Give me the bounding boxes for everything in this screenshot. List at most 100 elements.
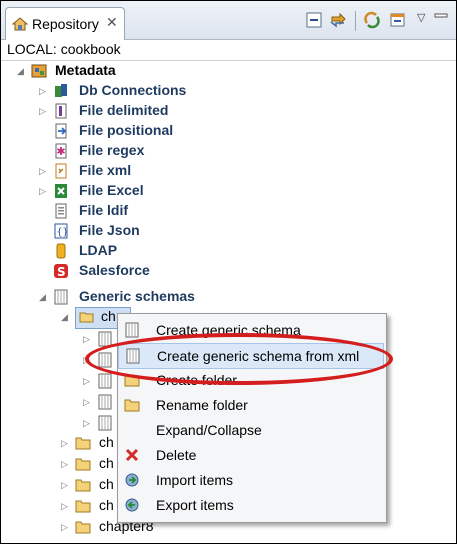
house-icon bbox=[12, 17, 28, 31]
tree-node-metadata[interactable]: ◢ Metadata bbox=[17, 61, 317, 81]
tree-node-db-connections[interactable]: ▷ Db Connections bbox=[37, 81, 337, 101]
expanded-arrow-icon[interactable]: ◢ bbox=[39, 292, 47, 302]
collapsed-arrow-icon[interactable]: ▷ bbox=[83, 355, 91, 365]
menu-item-create-generic-schema[interactable]: Create generic schema bbox=[118, 318, 384, 342]
tree-label: Db Connections bbox=[79, 82, 187, 98]
menu-item-create-generic-schema-from-xml[interactable]: Create generic schema from xml bbox=[118, 343, 384, 369]
menu-item-label: Import items bbox=[156, 472, 234, 488]
refresh-icon[interactable] bbox=[363, 11, 381, 29]
menu-item-label: Create generic schema from xml bbox=[157, 348, 360, 364]
tree-label-metadata: Metadata bbox=[55, 62, 116, 78]
collapsed-arrow-icon[interactable]: ▷ bbox=[61, 501, 69, 511]
close-icon[interactable]: ✕ bbox=[106, 14, 118, 31]
collapsed-arrow-icon[interactable]: ▷ bbox=[39, 86, 47, 96]
tree-node-schema[interactable]: ▷ bbox=[81, 350, 117, 370]
folder-icon bbox=[124, 374, 140, 387]
menu-item-rename-folder[interactable]: Rename folder bbox=[118, 393, 384, 417]
folder-icon bbox=[75, 521, 91, 534]
collapsed-arrow-icon[interactable]: ▷ bbox=[61, 480, 69, 490]
tree-node-file-ldif[interactable]: File ldif bbox=[37, 201, 337, 221]
tree-node-file-excel[interactable]: ▷ File Excel bbox=[37, 181, 337, 201]
menu-item-create-folder[interactable]: Create folder bbox=[118, 368, 384, 392]
expanded-arrow-icon[interactable]: ◢ bbox=[17, 66, 25, 76]
tree-node-file-regex[interactable]: File regex bbox=[37, 141, 337, 161]
menu-item-label: Delete bbox=[156, 447, 197, 463]
menu-item-import-items[interactable]: Import items bbox=[118, 468, 384, 492]
generic-schema-icon bbox=[98, 394, 112, 410]
repository-tab[interactable]: Repository ✕ bbox=[5, 7, 125, 40]
tree-label: ch bbox=[99, 455, 114, 471]
tree-label: ch bbox=[99, 476, 114, 492]
file-xml-icon bbox=[55, 163, 67, 179]
tree-node-ldap[interactable]: LDAP bbox=[37, 241, 337, 261]
folder-icon bbox=[75, 479, 91, 492]
folder-icon bbox=[75, 500, 91, 513]
tree-node-schema[interactable]: ▷ bbox=[81, 413, 117, 433]
folder-icon bbox=[75, 437, 91, 450]
collapsed-arrow-icon[interactable]: ▷ bbox=[39, 166, 47, 176]
tree-node-file-delimited[interactable]: ▷ File delimited bbox=[37, 101, 337, 121]
database-icon bbox=[55, 84, 67, 97]
tree-label: File delimited bbox=[79, 102, 169, 118]
tree-node-schema[interactable]: ▷ bbox=[81, 371, 117, 391]
collapsed-arrow-icon[interactable]: ▷ bbox=[83, 334, 91, 344]
view-tab-bar: Repository ✕ ▽ bbox=[1, 1, 456, 40]
file-positional-icon bbox=[55, 123, 67, 139]
tree-label: File positional bbox=[79, 122, 174, 138]
collapsed-arrow-icon[interactable]: ▷ bbox=[61, 459, 69, 469]
menu-item-label: Expand/Collapse bbox=[156, 422, 262, 438]
tree-node-salesforce[interactable]: S Salesforce bbox=[37, 261, 337, 281]
filter-icon[interactable] bbox=[389, 11, 407, 29]
menu-item-label: Create generic schema bbox=[156, 322, 301, 338]
tree-node-folder[interactable]: ▷ ch bbox=[59, 454, 119, 474]
tree-label: File ldif bbox=[79, 202, 128, 218]
menu-item-delete[interactable]: Delete bbox=[118, 443, 384, 467]
generic-schema-icon bbox=[54, 289, 68, 305]
generic-schema-icon bbox=[125, 322, 139, 338]
collapsed-arrow-icon[interactable]: ▷ bbox=[83, 418, 91, 428]
collapse-all-icon[interactable] bbox=[305, 11, 323, 29]
tree-node-schema[interactable]: ▷ bbox=[81, 329, 117, 349]
salesforce-icon: S bbox=[54, 264, 68, 279]
generic-schema-icon bbox=[126, 348, 140, 364]
tree-node-file-xml[interactable]: ▷ File xml bbox=[37, 161, 337, 181]
tree-label: File xml bbox=[79, 162, 132, 178]
svg-text:S: S bbox=[57, 265, 66, 279]
tab-label: Repository bbox=[32, 16, 99, 32]
export-icon bbox=[125, 498, 139, 512]
tree-node-folder[interactable]: ▷ ch bbox=[59, 475, 119, 495]
collapsed-arrow-icon[interactable]: ▷ bbox=[61, 438, 69, 448]
menu-item-label: Rename folder bbox=[156, 397, 248, 413]
minimize-icon[interactable] bbox=[433, 12, 449, 24]
folder-icon bbox=[124, 399, 140, 412]
view-menu-icon[interactable]: ▽ bbox=[417, 11, 425, 24]
menu-item-export-items[interactable]: Export items bbox=[118, 493, 384, 517]
collapsed-arrow-icon[interactable]: ▷ bbox=[39, 186, 47, 196]
tree-node-schema[interactable]: ▷ bbox=[81, 392, 117, 412]
collapsed-arrow-icon[interactable]: ▷ bbox=[83, 397, 91, 407]
link-editor-icon[interactable] bbox=[329, 11, 347, 29]
tree-node-file-json[interactable]: {} File Json bbox=[37, 221, 337, 241]
tree-node-file-positional[interactable]: File positional bbox=[37, 121, 337, 141]
generic-schema-icon bbox=[98, 331, 112, 347]
menu-item-label: Export items bbox=[156, 497, 234, 513]
generic-schema-icon bbox=[98, 415, 112, 431]
file-ldif-icon bbox=[55, 203, 67, 219]
tree-node-folder[interactable]: ▷ ch bbox=[59, 496, 119, 516]
generic-schema-icon bbox=[98, 373, 112, 389]
tree-label: ch bbox=[99, 434, 114, 450]
file-json-icon: {} bbox=[54, 223, 69, 239]
tree-label: File regex bbox=[79, 142, 145, 158]
tree-label: File Excel bbox=[79, 182, 144, 198]
collapsed-arrow-icon[interactable]: ▷ bbox=[39, 106, 47, 116]
expanded-arrow-icon[interactable]: ◢ bbox=[61, 312, 69, 322]
tree-node-generic-schemas[interactable]: ◢ Generic schemas bbox=[37, 287, 337, 307]
menu-item-label: Create folder bbox=[156, 372, 237, 388]
tree-node-folder[interactable]: ▷ ch bbox=[59, 433, 119, 453]
repository-panel: Repository ✕ ▽ LOCAL: cookbook ◢ Metadat… bbox=[0, 0, 457, 544]
delete-icon bbox=[125, 448, 139, 462]
collapsed-arrow-icon[interactable]: ▷ bbox=[61, 522, 69, 532]
menu-item-expand-collapse[interactable]: Expand/Collapse bbox=[118, 418, 384, 442]
metadata-icon bbox=[31, 64, 47, 78]
collapsed-arrow-icon[interactable]: ▷ bbox=[83, 376, 91, 386]
